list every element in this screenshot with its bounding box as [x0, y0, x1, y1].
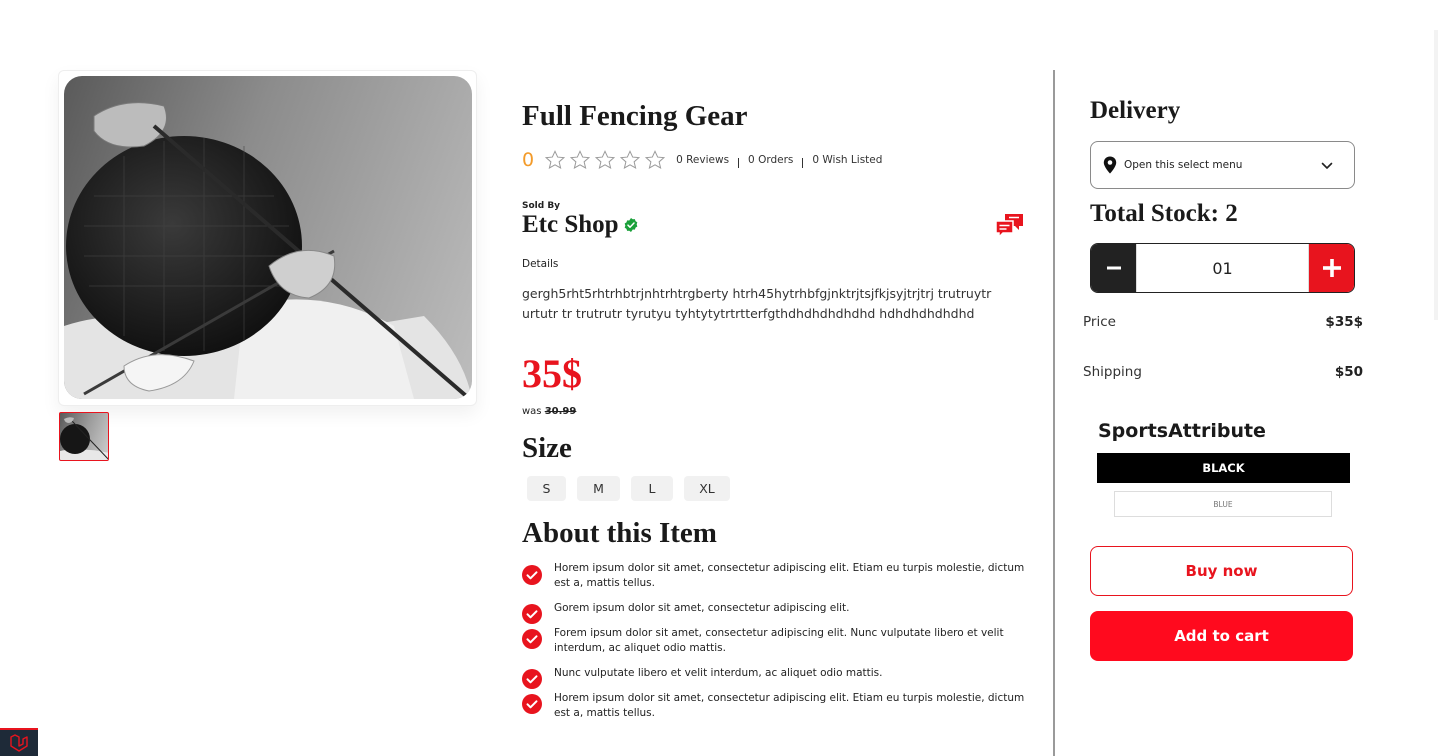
delivery-select-value: Open this select menu [1124, 159, 1243, 171]
rating-row: 0 0 Reviews 0 Orders 0 Wish Listed [522, 148, 882, 172]
debug-bar-toggle[interactable] [0, 728, 38, 756]
about-list-item: Gorem ipsum dolor sit amet, consectetur … [522, 601, 1032, 624]
price-value: $35$ [1325, 314, 1363, 330]
sold-by-label: Sold By [522, 201, 561, 211]
star-icon[interactable] [619, 149, 641, 171]
delivery-select[interactable]: Open this select menu [1090, 141, 1355, 189]
about-list-item: Nunc vulputate libero et velit interdum,… [522, 666, 1032, 689]
star-icon[interactable] [569, 149, 591, 171]
about-list-item: Forem ipsum dolor sit amet, consectetur … [522, 626, 1032, 656]
shop-name[interactable]: Etc Shop [522, 211, 619, 239]
star-icon[interactable] [544, 149, 566, 171]
size-label: Size [522, 432, 572, 464]
about-list-item: Horem ipsum dolor sit amet, consectetur … [522, 691, 1032, 721]
plus-icon [1322, 259, 1341, 277]
quantity-value[interactable]: 01 [1136, 244, 1309, 292]
star-icon[interactable] [594, 149, 616, 171]
size-options: S M L XL [527, 476, 730, 501]
about-list-text: Forem ipsum dolor sit amet, consectetur … [554, 627, 1004, 654]
location-pin-icon [1103, 156, 1117, 174]
orders-count: 0 Orders [748, 154, 794, 166]
meta-separator [738, 158, 740, 168]
thumbnail-image [60, 417, 108, 460]
star-rating[interactable] [544, 149, 666, 171]
check-circle-icon [522, 629, 542, 649]
scrollbar[interactable] [1434, 30, 1438, 320]
product-thumbnail[interactable] [59, 412, 109, 461]
product-price: 35$ [522, 351, 582, 396]
shipping-value: $50 [1334, 364, 1363, 380]
buy-now-button[interactable]: Buy now [1090, 546, 1353, 596]
attribute-option-blue[interactable]: BLUE [1114, 491, 1332, 517]
size-option-xl[interactable]: XL [684, 476, 730, 501]
shipping-label: Shipping [1083, 364, 1142, 380]
reviews-count[interactable]: 0 Reviews [676, 154, 729, 166]
price-label: Price [1083, 314, 1116, 330]
increase-quantity-button[interactable] [1309, 244, 1354, 292]
was-price-row: was 30.99 [522, 406, 576, 417]
add-to-cart-button[interactable]: Add to cart [1090, 611, 1353, 661]
delivery-label: Delivery [1090, 97, 1181, 124]
verified-badge-icon [624, 218, 637, 232]
about-list-text: Nunc vulputate libero et velit interdum,… [554, 667, 883, 679]
old-price: 30.99 [544, 406, 577, 417]
about-list-text: Gorem ipsum dolor sit amet, consectetur … [554, 602, 850, 614]
check-circle-icon [522, 669, 542, 689]
shipping-row: Shipping $50 [1083, 364, 1363, 380]
product-main-image[interactable] [64, 76, 472, 399]
size-option-l[interactable]: L [631, 476, 673, 501]
about-list-text: Horem ipsum dolor sit amet, consectetur … [554, 562, 1025, 589]
meta-separator [802, 158, 804, 168]
chat-icon[interactable] [995, 212, 1025, 240]
was-label: was [522, 406, 542, 417]
check-circle-icon [522, 694, 542, 714]
details-label: Details [522, 258, 559, 270]
about-item-heading: About this Item [522, 517, 717, 549]
wish-listed-count: 0 Wish Listed [812, 154, 883, 166]
product-title: Full Fencing Gear [522, 100, 748, 132]
fencing-gear-illustration [64, 102, 472, 399]
check-circle-icon [522, 565, 542, 585]
minus-icon [1106, 266, 1121, 270]
main-image-frame [58, 70, 477, 406]
decrease-quantity-button[interactable] [1091, 244, 1136, 292]
column-divider [1053, 70, 1055, 756]
about-list-text: Horem ipsum dolor sit amet, consectetur … [554, 692, 1025, 719]
check-circle-icon [522, 604, 542, 624]
attribute-title: SportsAttribute [1098, 420, 1266, 442]
size-option-s[interactable]: S [527, 476, 566, 501]
details-text: gergh5rht5rhtrhbtrjnhtrhtrgberty htrh45h… [522, 286, 992, 321]
star-icon[interactable] [644, 149, 666, 171]
shop-row: Etc Shop [522, 211, 639, 239]
about-list-item: Horem ipsum dolor sit amet, consectetur … [522, 561, 1032, 591]
price-row: Price $35$ [1083, 314, 1363, 330]
size-option-m[interactable]: M [577, 476, 620, 501]
chevron-down-icon [1321, 162, 1333, 169]
quantity-stepper: 01 [1090, 243, 1355, 293]
attribute-option-black[interactable]: BLACK [1097, 453, 1350, 483]
rating-value: 0 [522, 149, 535, 171]
total-stock: Total Stock: 2 [1090, 200, 1238, 227]
laravel-logo-icon [10, 734, 28, 752]
